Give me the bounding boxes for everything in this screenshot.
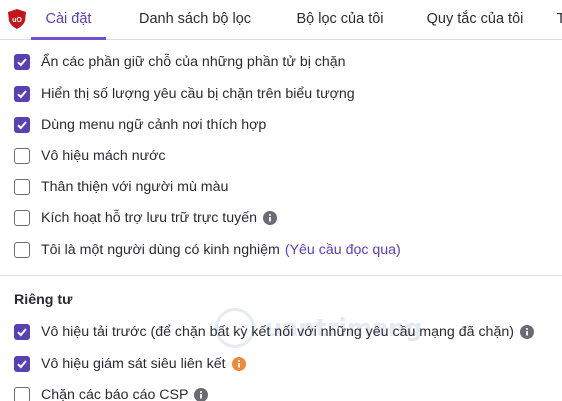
checkmark-icon <box>17 58 27 67</box>
setting-label: Tôi là một người dùng có kinh nghiệm <box>41 242 280 258</box>
setting-disable-tooltips[interactable]: Vô hiệu mách nước <box>14 145 165 167</box>
checkbox[interactable] <box>14 324 30 340</box>
checkmark-icon <box>17 121 27 130</box>
checkbox[interactable] <box>14 179 30 195</box>
privacy-heading: Riêng tư <box>14 292 73 308</box>
setting-color-blind[interactable]: Thân thiện với người mù màu <box>14 176 228 198</box>
tab-my-filters[interactable]: Bộ lọc của tôi <box>282 0 398 40</box>
checkbox[interactable] <box>14 242 30 258</box>
setting-cloud-storage[interactable]: Kích hoạt hỗ trợ lưu trữ trực tuyến <box>14 207 278 229</box>
setting-label: Vô hiệu mách nước <box>41 148 166 164</box>
setting-show-badge-count[interactable]: Hiển thị số lượng yêu cầu bị chặn trên b… <box>14 83 355 105</box>
tab-my-rules[interactable]: Quy tắc của tôi <box>412 0 538 40</box>
setting-context-menu[interactable]: Dùng menu ngữ cảnh nơi thích hợp <box>14 114 266 136</box>
setting-label: Vô hiệu giám sát siêu liên kết <box>41 356 226 372</box>
checkbox[interactable] <box>14 210 30 226</box>
setting-label: Chặn các báo cáo CSP <box>41 387 189 401</box>
tab-filter-lists[interactable]: Danh sách bộ lọc <box>124 0 266 40</box>
section-divider <box>0 275 562 276</box>
setting-disable-hyperlink-auditing[interactable]: Vô hiệu giám sát siêu liên kết <box>14 353 246 375</box>
setting-label: Ẩn các phần giữ chỗ của những phần tử bị… <box>41 54 346 70</box>
checkbox[interactable] <box>14 86 30 102</box>
checkbox[interactable] <box>14 148 30 164</box>
tab-trusted-sites[interactable]: T <box>551 0 562 40</box>
checkbox[interactable] <box>14 387 30 401</box>
setting-advanced-user[interactable]: Tôi là một người dùng có kinh nghiệm (Yê… <box>14 239 401 261</box>
setting-label: Thân thiện với người mù màu <box>41 179 229 195</box>
checkmark-icon <box>17 90 27 99</box>
checkbox[interactable] <box>14 356 30 372</box>
checkmark-icon <box>17 328 27 337</box>
tab-settings[interactable]: Cài đặt <box>31 0 106 40</box>
setting-label: Hiển thị số lượng yêu cầu bị chặn trên b… <box>41 86 355 102</box>
setting-label: Vô hiệu tải trước (để chặn bất kỳ kết nố… <box>41 324 514 340</box>
checkbox[interactable] <box>14 54 30 70</box>
setting-block-csp-reports[interactable]: Chặn các báo cáo CSP <box>14 384 209 401</box>
info-circle-icon[interactable] <box>519 325 534 339</box>
checkmark-icon <box>17 360 27 369</box>
info-circle-icon[interactable] <box>231 357 246 371</box>
required-reading-link[interactable]: (Yêu cầu đọc qua) <box>285 242 401 258</box>
setting-label: Dùng menu ngữ cảnh nơi thích hợp <box>41 117 267 133</box>
tab-bar: uO Cài đặt Danh sách bộ lọc Bộ lọc của t… <box>0 0 562 40</box>
info-circle-icon[interactable] <box>263 211 278 225</box>
setting-label: Kích hoạt hỗ trợ lưu trữ trực tuyến <box>41 210 258 226</box>
info-circle-icon[interactable] <box>194 388 209 401</box>
checkbox[interactable] <box>14 117 30 133</box>
ublock-logo-icon: uO <box>8 9 26 29</box>
setting-hide-placeholders[interactable]: Ẩn các phần giữ chỗ của những phần tử bị… <box>14 51 346 73</box>
setting-disable-prefetch[interactable]: Vô hiệu tải trước (để chặn bất kỳ kết nố… <box>14 321 534 343</box>
svg-text:uO: uO <box>12 17 22 24</box>
